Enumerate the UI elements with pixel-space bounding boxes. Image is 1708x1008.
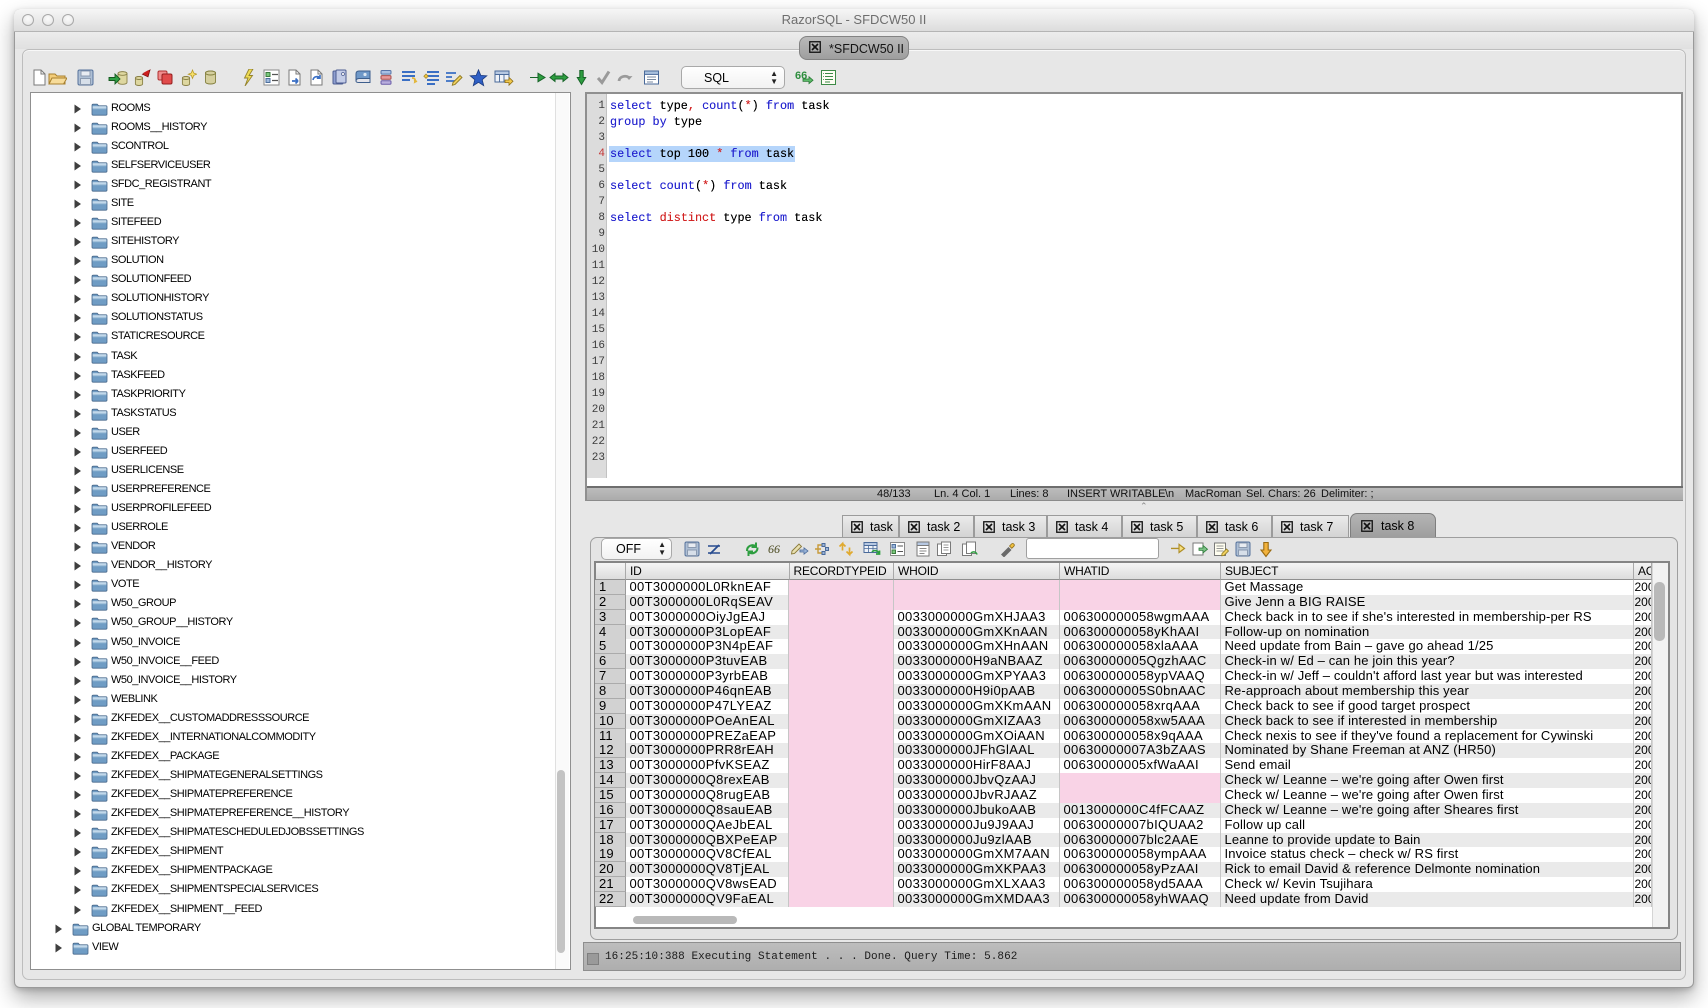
svg-text:66: 66 (768, 542, 780, 556)
